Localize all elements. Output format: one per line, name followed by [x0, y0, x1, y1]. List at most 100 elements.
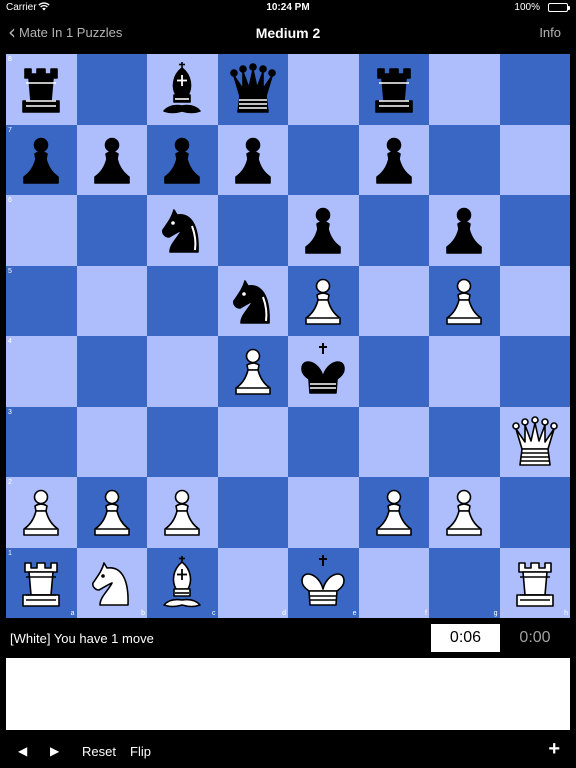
- square-h7[interactable]: [499, 124, 570, 195]
- white-pawn-icon[interactable]: [434, 271, 494, 331]
- chess-board[interactable]: 87 6 5 4 3 21a b c d e f g h: [6, 54, 570, 618]
- black-queen-icon[interactable]: [223, 59, 283, 119]
- square-b7[interactable]: [76, 124, 147, 195]
- square-a1[interactable]: 1a: [6, 547, 77, 618]
- white-bishop-icon[interactable]: [152, 553, 212, 613]
- square-e3[interactable]: [288, 406, 359, 477]
- square-d8[interactable]: [217, 54, 288, 125]
- square-g6[interactable]: [429, 195, 500, 266]
- square-h4[interactable]: [499, 336, 570, 407]
- square-h3[interactable]: [499, 406, 570, 477]
- square-g5[interactable]: [429, 265, 500, 336]
- square-e8[interactable]: [288, 54, 359, 125]
- square-a8[interactable]: 8: [6, 54, 77, 125]
- square-f6[interactable]: [358, 195, 429, 266]
- square-f8[interactable]: [358, 54, 429, 125]
- black-pawn-icon[interactable]: [293, 200, 353, 260]
- square-g4[interactable]: [429, 336, 500, 407]
- square-h8[interactable]: [499, 54, 570, 125]
- square-h6[interactable]: [499, 195, 570, 266]
- black-pawn-icon[interactable]: [11, 130, 71, 190]
- black-king-icon[interactable]: [293, 341, 353, 401]
- black-pawn-icon[interactable]: [364, 130, 424, 190]
- square-c7[interactable]: [147, 124, 218, 195]
- square-c3[interactable]: [147, 406, 218, 477]
- white-rook-icon[interactable]: [505, 553, 565, 613]
- add-button[interactable]: +: [548, 738, 560, 761]
- white-pawn-icon[interactable]: [364, 482, 424, 542]
- square-b6[interactable]: [76, 195, 147, 266]
- square-d7[interactable]: [217, 124, 288, 195]
- square-d1[interactable]: d: [217, 547, 288, 618]
- square-c1[interactable]: c: [147, 547, 218, 618]
- white-pawn-icon[interactable]: [11, 482, 71, 542]
- square-h1[interactable]: h: [499, 547, 570, 618]
- square-d2[interactable]: [217, 477, 288, 548]
- square-a3[interactable]: 3: [6, 406, 77, 477]
- white-pawn-icon[interactable]: [293, 271, 353, 331]
- move-notation-area[interactable]: [6, 658, 570, 730]
- square-f2[interactable]: [358, 477, 429, 548]
- square-e1[interactable]: e: [288, 547, 359, 618]
- square-f5[interactable]: [358, 265, 429, 336]
- square-g1[interactable]: g: [429, 547, 500, 618]
- square-e5[interactable]: [288, 265, 359, 336]
- square-b1[interactable]: b: [76, 547, 147, 618]
- black-knight-icon[interactable]: [152, 200, 212, 260]
- square-h2[interactable]: [499, 477, 570, 548]
- square-d3[interactable]: [217, 406, 288, 477]
- black-rook-icon[interactable]: [364, 59, 424, 119]
- square-a5[interactable]: 5: [6, 265, 77, 336]
- square-f4[interactable]: [358, 336, 429, 407]
- square-e4[interactable]: [288, 336, 359, 407]
- square-b5[interactable]: [76, 265, 147, 336]
- white-queen-icon[interactable]: [505, 412, 565, 472]
- black-pawn-icon[interactable]: [223, 130, 283, 190]
- square-c6[interactable]: [147, 195, 218, 266]
- square-e2[interactable]: [288, 477, 359, 548]
- black-rook-icon[interactable]: [11, 59, 71, 119]
- black-pawn-icon[interactable]: [434, 200, 494, 260]
- black-pawn-icon[interactable]: [152, 130, 212, 190]
- black-bishop-icon[interactable]: [152, 59, 212, 119]
- square-e6[interactable]: [288, 195, 359, 266]
- white-pawn-icon[interactable]: [434, 482, 494, 542]
- flip-button[interactable]: Flip: [130, 744, 151, 759]
- back-button[interactable]: ‹ Mate In 1 Puzzles: [8, 22, 122, 42]
- square-c2[interactable]: [147, 477, 218, 548]
- square-a2[interactable]: 2: [6, 477, 77, 548]
- square-f3[interactable]: [358, 406, 429, 477]
- square-a6[interactable]: 6: [6, 195, 77, 266]
- white-pawn-icon[interactable]: [152, 482, 212, 542]
- previous-move-button[interactable]: ◀: [18, 744, 27, 758]
- black-knight-icon[interactable]: [223, 271, 283, 331]
- square-g3[interactable]: [429, 406, 500, 477]
- white-rook-icon[interactable]: [11, 553, 71, 613]
- square-a4[interactable]: 4: [6, 336, 77, 407]
- square-c4[interactable]: [147, 336, 218, 407]
- square-d4[interactable]: [217, 336, 288, 407]
- square-g7[interactable]: [429, 124, 500, 195]
- square-b8[interactable]: [76, 54, 147, 125]
- square-d5[interactable]: [217, 265, 288, 336]
- black-pawn-icon[interactable]: [82, 130, 142, 190]
- white-pawn-icon[interactable]: [82, 482, 142, 542]
- reset-button[interactable]: Reset: [82, 744, 116, 759]
- square-f7[interactable]: [358, 124, 429, 195]
- square-c5[interactable]: [147, 265, 218, 336]
- square-a7[interactable]: 7: [6, 124, 77, 195]
- white-pawn-icon[interactable]: [223, 341, 283, 401]
- square-f1[interactable]: f: [358, 547, 429, 618]
- info-button[interactable]: Info: [539, 25, 561, 40]
- square-d6[interactable]: [217, 195, 288, 266]
- square-g8[interactable]: [429, 54, 500, 125]
- square-g2[interactable]: [429, 477, 500, 548]
- square-b2[interactable]: [76, 477, 147, 548]
- next-move-button[interactable]: ▶: [50, 744, 59, 758]
- white-king-icon[interactable]: [293, 553, 353, 613]
- square-b3[interactable]: [76, 406, 147, 477]
- square-c8[interactable]: [147, 54, 218, 125]
- square-e7[interactable]: [288, 124, 359, 195]
- square-h5[interactable]: [499, 265, 570, 336]
- square-b4[interactable]: [76, 336, 147, 407]
